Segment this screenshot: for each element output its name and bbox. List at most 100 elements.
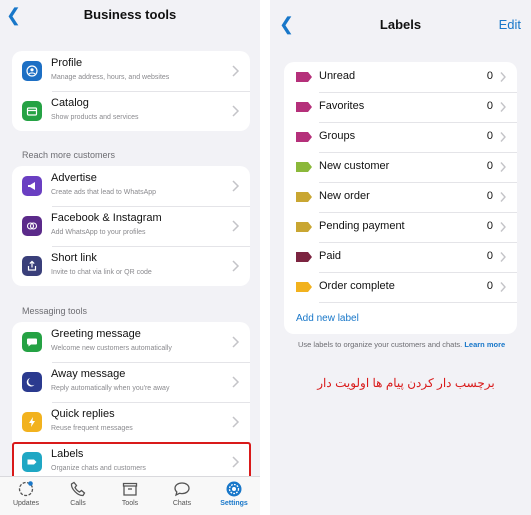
label-row-favorites[interactable]: Favorites 0 bbox=[284, 92, 517, 122]
chats-icon bbox=[174, 482, 190, 497]
tab-updates[interactable]: Updates bbox=[0, 480, 52, 507]
tool-subtitle: Show products and services bbox=[51, 114, 139, 121]
profile-icon bbox=[22, 61, 42, 81]
tool-title: Quick replies bbox=[51, 408, 115, 420]
tool-subtitle: Welcome new customers automatically bbox=[51, 345, 172, 352]
tab-label: Updates bbox=[12, 500, 40, 507]
updates-icon bbox=[18, 481, 34, 497]
tab-label: Tools bbox=[121, 500, 139, 507]
chevron-right-icon bbox=[500, 72, 506, 82]
label-name: Paid bbox=[319, 250, 342, 262]
lightning-icon bbox=[22, 412, 42, 432]
page-title: Business tools bbox=[83, 7, 177, 22]
section-header-messaging: Messaging tools bbox=[22, 306, 88, 316]
label-tag-icon bbox=[296, 252, 312, 262]
profile-catalog-group: Profile Manage address, hours, and websi… bbox=[12, 51, 250, 131]
tool-item-catalog[interactable]: Catalog Show products and services bbox=[12, 91, 250, 131]
tab-calls[interactable]: Calls bbox=[52, 480, 104, 507]
tool-title: Advertise bbox=[51, 172, 97, 184]
tool-item-short-link[interactable]: Short link Invite to chat via link or QR… bbox=[12, 246, 250, 286]
tab-label: Calls bbox=[70, 500, 86, 507]
label-name: Groups bbox=[319, 130, 356, 142]
tool-item-away-message[interactable]: Away message Reply automatically when yo… bbox=[12, 362, 250, 402]
add-new-label-link[interactable]: Add new label bbox=[296, 313, 359, 324]
page-title: Labels bbox=[379, 17, 422, 32]
label-count: 0 bbox=[486, 220, 493, 232]
tool-item-quick-replies[interactable]: Quick replies Reuse frequent messages bbox=[12, 402, 250, 442]
labels-highlight-box bbox=[12, 442, 251, 479]
label-name: New customer bbox=[319, 160, 390, 172]
tool-item-facebook-instagram[interactable]: Facebook & Instagram Add WhatsApp to you… bbox=[12, 206, 250, 246]
tab-label: Settings bbox=[220, 500, 248, 507]
label-count: 0 bbox=[486, 100, 493, 112]
tab-label: Chats bbox=[172, 500, 192, 507]
tool-title: Away message bbox=[51, 368, 126, 380]
tool-subtitle: Invite to chat via link or QR code bbox=[51, 269, 152, 276]
labels-help-text: Use labels to organize your customers an… bbox=[298, 339, 520, 350]
add-label-row[interactable]: Add new label bbox=[284, 302, 517, 332]
tool-item-profile[interactable]: Profile Manage address, hours, and websi… bbox=[12, 51, 250, 91]
chevron-right-icon bbox=[500, 252, 506, 262]
label-row-order-complete[interactable]: Order complete 0 bbox=[284, 272, 517, 302]
tool-subtitle: Manage address, hours, and websites bbox=[51, 74, 170, 81]
label-name: Order complete bbox=[319, 280, 395, 292]
megaphone-icon bbox=[22, 176, 42, 196]
labels-list: Unread 0 Favorites 0 Groups 0 New custom… bbox=[284, 62, 517, 334]
tool-title: Catalog bbox=[51, 97, 89, 109]
label-row-pending-payment[interactable]: Pending payment 0 bbox=[284, 212, 517, 242]
label-count: 0 bbox=[486, 190, 493, 202]
tool-subtitle: Add WhatsApp to your profiles bbox=[51, 229, 146, 236]
chevron-right-icon bbox=[500, 162, 506, 172]
chevron-right-icon bbox=[500, 282, 506, 292]
tab-settings[interactable]: Settings bbox=[208, 480, 260, 507]
chevron-right-icon bbox=[500, 222, 506, 232]
label-row-groups[interactable]: Groups 0 bbox=[284, 122, 517, 152]
facebook-instagram-icon bbox=[22, 216, 42, 236]
chevron-right-icon bbox=[232, 65, 240, 77]
tool-item-greeting-message[interactable]: Greeting message Welcome new customers a… bbox=[12, 322, 250, 362]
edit-button[interactable]: Edit bbox=[499, 17, 521, 32]
learn-more-link[interactable]: Learn more bbox=[464, 340, 505, 349]
label-name: Favorites bbox=[319, 100, 365, 112]
label-tag-icon bbox=[296, 102, 312, 112]
tool-item-advertise[interactable]: Advertise Create ads that lead to WhatsA… bbox=[12, 166, 250, 206]
chevron-right-icon bbox=[232, 376, 240, 388]
label-count: 0 bbox=[486, 70, 493, 82]
label-tag-icon bbox=[296, 132, 312, 142]
tab-tools[interactable]: Tools bbox=[104, 480, 156, 507]
chevron-right-icon bbox=[232, 336, 240, 348]
label-tag-icon bbox=[296, 72, 312, 82]
label-name: New order bbox=[319, 190, 370, 202]
reach-customers-group: Advertise Create ads that lead to WhatsA… bbox=[12, 166, 250, 286]
chevron-right-icon bbox=[232, 220, 240, 232]
label-tag-icon bbox=[296, 192, 312, 202]
tool-title: Greeting message bbox=[51, 328, 141, 340]
label-name: Unread bbox=[319, 70, 356, 82]
chevron-right-icon bbox=[500, 102, 506, 112]
label-tag-icon bbox=[296, 282, 312, 292]
business-tools-screen: ❮ Business tools Profile Manage address,… bbox=[0, 0, 260, 515]
label-tag-icon bbox=[296, 162, 312, 172]
chevron-right-icon bbox=[232, 105, 240, 117]
chevron-right-icon bbox=[232, 416, 240, 428]
phone-icon bbox=[70, 481, 86, 497]
catalog-icon bbox=[22, 101, 42, 121]
screen-divider bbox=[260, 0, 270, 515]
business-tools-header: ❮ Business tools bbox=[0, 0, 260, 34]
label-row-unread[interactable]: Unread 0 bbox=[284, 62, 517, 92]
label-row-new-customer[interactable]: New customer 0 bbox=[284, 152, 517, 182]
label-name: Pending payment bbox=[319, 220, 405, 232]
tab-chats[interactable]: Chats bbox=[156, 480, 208, 507]
help-text: Use labels to organize your customers an… bbox=[298, 340, 463, 349]
tool-subtitle: Create ads that lead to WhatsApp bbox=[51, 189, 157, 196]
label-count: 0 bbox=[486, 280, 493, 292]
section-header-reach: Reach more customers bbox=[22, 150, 116, 160]
labels-screen: ❮ Labels Edit Unread 0 Favorites 0 Group… bbox=[270, 0, 531, 515]
label-row-paid[interactable]: Paid 0 bbox=[284, 242, 517, 272]
label-row-new-order[interactable]: New order 0 bbox=[284, 182, 517, 212]
tool-subtitle: Reply automatically when you're away bbox=[51, 385, 170, 392]
share-icon bbox=[22, 256, 42, 276]
chevron-right-icon bbox=[500, 132, 506, 142]
tab-bar: Updates Calls Tools Chats Settings bbox=[0, 476, 260, 515]
chevron-right-icon bbox=[500, 192, 506, 202]
